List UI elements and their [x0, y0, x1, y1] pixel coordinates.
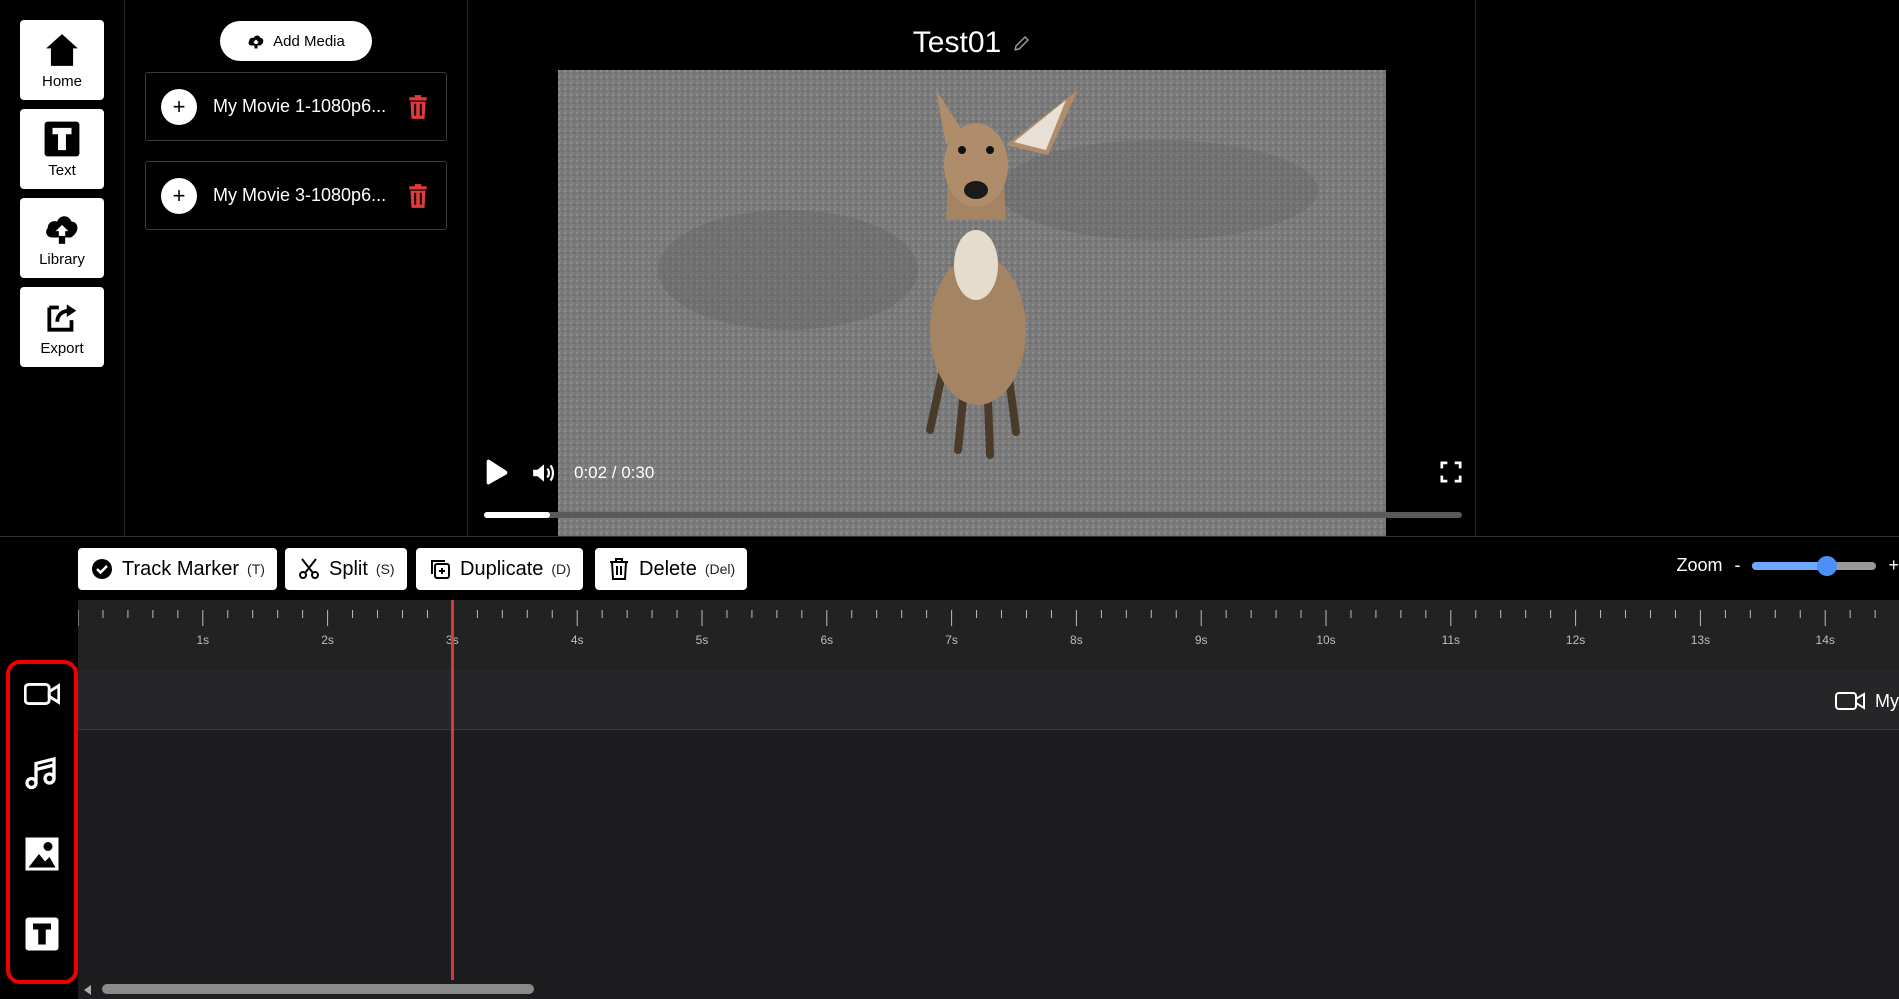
video-track[interactable]: My: [78, 670, 1899, 730]
ruler-tick-label: 11s: [1442, 633, 1460, 647]
trash-icon[interactable]: [405, 94, 431, 120]
check-circle-icon: [92, 559, 112, 579]
duplicate-shortcut: (D): [551, 561, 571, 577]
ruler-tick-label: 14s: [1816, 633, 1835, 647]
track-marker-shortcut: (T): [247, 561, 265, 577]
zoom-label: Zoom: [1676, 555, 1723, 575]
playback-progress-fill: [484, 512, 550, 518]
add-to-timeline-button[interactable]: +: [161, 88, 197, 125]
add-media-label: Add Media: [273, 32, 345, 50]
volume-icon[interactable]: [530, 460, 558, 486]
sidebar-item-label: Home: [41, 72, 82, 90]
media-item: + My Movie 1-1080p6...: [145, 72, 447, 141]
ruler-tick-label: 2s: [321, 633, 334, 647]
video-track-icon[interactable]: [24, 676, 60, 712]
project-title-row: Test01: [468, 26, 1476, 60]
delete-label: Delete: [639, 557, 697, 580]
sidebar-item-text[interactable]: Text: [20, 109, 104, 189]
image-track-icon[interactable]: [24, 836, 60, 872]
zoom-out-button[interactable]: -: [1734, 555, 1740, 576]
zoom-slider-fill: [1752, 561, 1827, 570]
media-item-name: My Movie 3-1080p6...: [213, 185, 387, 205]
split-shortcut: (S): [375, 561, 395, 577]
ruler-tick-label: 8s: [1070, 633, 1083, 647]
sidebar: Home Text Library Export: [0, 0, 125, 536]
scroll-left-arrow[interactable]: [84, 985, 91, 995]
audio-track-icon[interactable]: [24, 756, 60, 792]
cloud-upload-icon: [248, 35, 264, 49]
timeline: 1s2s3s4s5s6s7s8s9s10s11s12s13s14s My: [0, 600, 1899, 999]
zoom-in-button[interactable]: +: [1888, 555, 1899, 576]
text-icon: [44, 121, 80, 156]
ruler-tick-label: 4s: [571, 633, 584, 647]
sidebar-item-export[interactable]: Export: [20, 287, 104, 367]
timeline-ruler[interactable]: 1s2s3s4s5s6s7s8s9s10s11s12s13s14s: [78, 600, 1899, 670]
pencil-icon[interactable]: [1013, 34, 1031, 52]
home-icon: [46, 33, 78, 66]
text-track-icon[interactable]: [24, 916, 60, 952]
split-label: Split: [329, 557, 368, 580]
track-marker-button[interactable]: Track Marker (T): [78, 548, 277, 590]
sidebar-item-label: Export: [40, 339, 84, 357]
ruler-ticks: 1s2s3s4s5s6s7s8s9s10s11s12s13s14s: [78, 610, 1876, 647]
video-camera-icon: [1835, 692, 1865, 710]
zoom-control: Zoom - +: [1676, 555, 1899, 576]
duplicate-label: Duplicate: [460, 557, 544, 580]
ruler-tick-label: 1s: [196, 633, 209, 647]
export-icon: [47, 303, 77, 332]
delete-shortcut: (Del): [704, 561, 736, 577]
split-button[interactable]: Split (S): [285, 548, 407, 590]
playback-progress-bar[interactable]: [484, 512, 1462, 518]
sidebar-item-label: Text: [48, 161, 76, 179]
timeline-scrollbar[interactable]: [78, 980, 1899, 999]
video-editor: Home Text Library Export Add Media + My …: [0, 0, 1899, 999]
ruler-tick-label: 9s: [1195, 633, 1208, 647]
trash-icon[interactable]: [405, 183, 431, 209]
preview-panel: Test01 0:02 / 0:30: [468, 0, 1476, 536]
timeline-toolbar: Track Marker (T) Split (S) Duplicate (D)…: [0, 536, 1899, 600]
ruler-tick-label: 6s: [820, 633, 833, 647]
zoom-slider-knob[interactable]: [1816, 555, 1837, 576]
duplicate-button[interactable]: Duplicate (D): [416, 548, 583, 590]
ruler-tick-label: 10s: [1316, 633, 1335, 647]
sidebar-item-label: Library: [39, 250, 85, 268]
scrollbar-thumb[interactable]: [102, 984, 534, 994]
tracks-area: My: [78, 670, 1899, 980]
ruler-tick-label: 5s: [696, 633, 709, 647]
add-media-button[interactable]: Add Media: [220, 21, 372, 61]
track-type-selector: [6, 660, 78, 984]
project-title[interactable]: Test01: [913, 26, 1001, 60]
track-marker-label: Track Marker: [122, 557, 240, 580]
cloud-upload-icon: [46, 215, 78, 244]
zoom-slider[interactable]: [1752, 555, 1877, 576]
player-controls: 0:02 / 0:30: [482, 458, 1462, 528]
play-icon[interactable]: [482, 458, 510, 486]
playback-time: 0:02 / 0:30: [574, 463, 655, 482]
video-clip[interactable]: My: [1835, 690, 1899, 712]
sidebar-item-library[interactable]: Library: [20, 198, 104, 278]
duplicate-icon: [431, 560, 450, 579]
ruler-tick-label: 12s: [1566, 633, 1585, 647]
ruler-tick-label: 13s: [1691, 633, 1710, 647]
video-clip-label: My: [1875, 690, 1899, 711]
media-item: + My Movie 3-1080p6...: [145, 161, 447, 230]
scissors-icon: [299, 558, 319, 579]
media-item-name: My Movie 1-1080p6...: [213, 96, 387, 116]
ruler-tick-label: 7s: [945, 633, 958, 647]
fullscreen-icon[interactable]: [1440, 461, 1462, 483]
playhead[interactable]: [451, 600, 455, 980]
sidebar-item-home[interactable]: Home: [20, 20, 104, 100]
add-to-timeline-button[interactable]: +: [161, 177, 197, 214]
delete-button[interactable]: Delete (Del): [595, 548, 748, 590]
trash-icon: [610, 558, 628, 580]
media-panel: Add Media + My Movie 1-1080p6... + My Mo…: [125, 0, 468, 536]
